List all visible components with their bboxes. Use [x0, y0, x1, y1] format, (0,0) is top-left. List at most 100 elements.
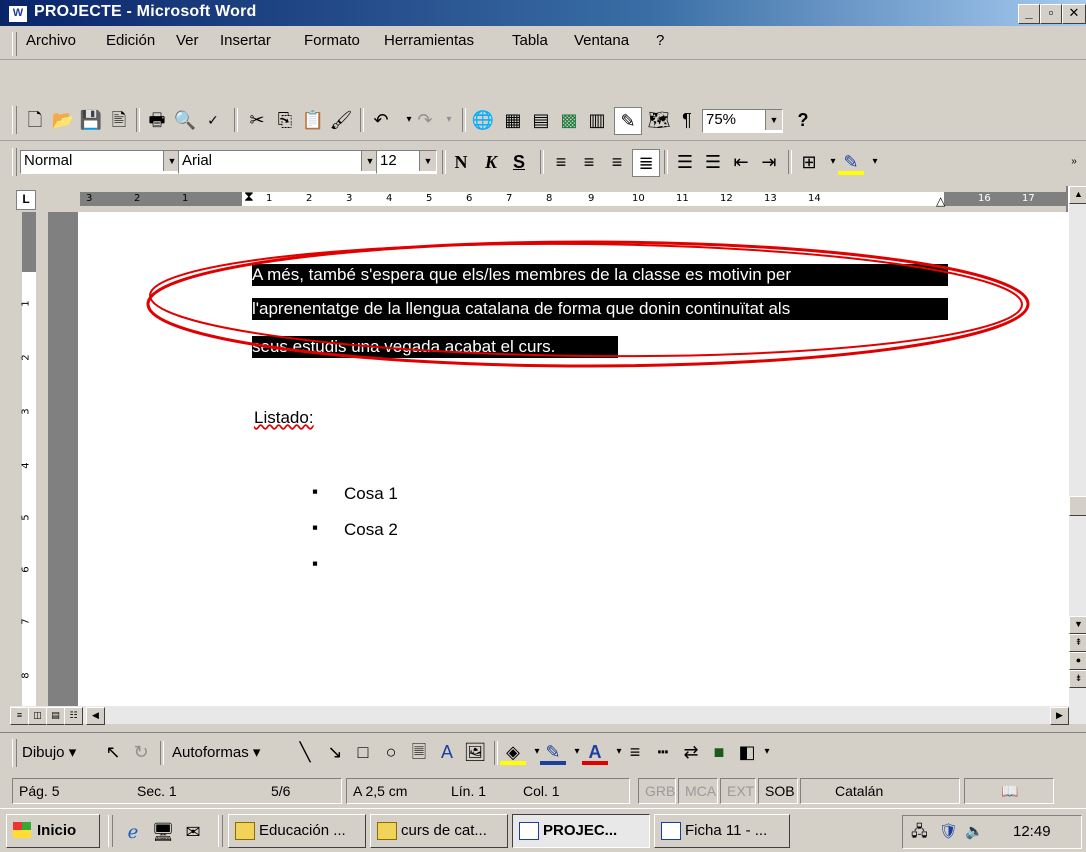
tab-selector-icon[interactable]: L [16, 190, 36, 210]
chevron-down-icon[interactable]: ▼ [765, 110, 782, 130]
permission-icon[interactable]: 🖹 [106, 107, 132, 133]
save-icon[interactable]: 💾 [78, 107, 104, 133]
insert-table-icon[interactable]: ▤ [528, 107, 554, 133]
arrow-style-icon[interactable]: ⇄ [678, 739, 704, 765]
print-icon[interactable]: 🖶 [144, 107, 170, 133]
toolbar-options-icon[interactable]: ▾ [760, 739, 774, 765]
redo-icon[interactable]: ↷ [412, 107, 438, 133]
volume-icon[interactable]: 🔈 [965, 816, 984, 848]
list-heading[interactable]: Listado: [254, 408, 314, 428]
task-curs[interactable]: curs de cat... [370, 814, 508, 848]
web-view-icon[interactable]: ◫ [28, 707, 47, 725]
previous-page-icon[interactable]: ⇞ [1069, 634, 1086, 652]
line-color-icon[interactable]: ✎ [540, 739, 566, 765]
3d-icon[interactable]: ◧ [734, 739, 760, 765]
dash-style-icon[interactable]: ┅ [650, 739, 676, 765]
print-preview-icon[interactable]: 🔍 [172, 107, 198, 133]
indent-marker-icon[interactable]: ⧗ [244, 188, 254, 205]
increase-indent-icon[interactable]: ⇥ [756, 149, 782, 175]
word-doc-icon[interactable]: W [8, 5, 28, 23]
shadow-icon[interactable]: ■ [706, 739, 732, 765]
help-icon[interactable]: ? [790, 107, 816, 133]
rectangle-icon[interactable]: □ [350, 739, 376, 765]
taskbar-grip[interactable] [218, 815, 223, 847]
status-ext[interactable]: EXT [720, 778, 756, 804]
menu-formato[interactable]: Formato [304, 32, 360, 49]
toolbar-grip[interactable] [12, 148, 17, 176]
font-size-select[interactable]: 12 ▼ [376, 150, 437, 174]
format-painter-icon[interactable]: 🖌 [328, 107, 354, 133]
menu-ver[interactable]: Ver [176, 32, 199, 49]
align-center-icon[interactable]: ≡ [576, 149, 602, 175]
highlight-dropdown-icon[interactable]: ▾ [862, 149, 888, 175]
drawing-icon[interactable]: ✎ [614, 107, 642, 135]
rotate-icon[interactable]: ↻ [128, 739, 154, 765]
line-style-icon[interactable]: ≡ [622, 739, 648, 765]
arrow-icon[interactable]: ↘ [322, 739, 348, 765]
clip-art-icon[interactable]: 🖼 [462, 739, 488, 765]
wordart-icon[interactable]: A [434, 739, 460, 765]
paste-icon[interactable]: 📋 [300, 107, 326, 133]
right-indent-icon[interactable]: △ [936, 194, 945, 208]
tables-borders-icon[interactable]: ▦ [500, 107, 526, 133]
vertical-scrollbar[interactable]: ▲ ▼ ⇞ ● ⇟ [1068, 186, 1086, 706]
task-projecte[interactable]: PROJEC... [512, 814, 650, 848]
menu-tabla[interactable]: Tabla [512, 32, 548, 49]
toolbar-grip[interactable] [12, 106, 17, 134]
redo-dropdown-icon[interactable]: ▾ [436, 107, 462, 133]
justify-icon[interactable]: ≣ [632, 149, 660, 177]
browse-object-icon[interactable]: ● [1069, 652, 1086, 670]
menu-archivo[interactable]: Archivo [26, 32, 76, 49]
status-ovr[interactable]: SOB [758, 778, 798, 804]
hyperlink-icon[interactable]: 🌐 [470, 107, 496, 133]
select-objects-icon[interactable]: ↖ [100, 739, 126, 765]
status-page-box[interactable]: Pág. 5 Sec. 1 5/6 [12, 778, 342, 804]
toolbar-options-icon[interactable]: » [1066, 149, 1082, 175]
menu-herramientas[interactable]: Herramientas [384, 32, 474, 49]
menu-edicion[interactable]: Edición [106, 32, 155, 49]
outline-view-icon[interactable]: ☷ [64, 707, 83, 725]
document-map-icon[interactable]: 🗺 [646, 107, 672, 133]
task-ficha[interactable]: Ficha 11 - ... [654, 814, 790, 848]
bold-button[interactable]: N [448, 149, 474, 175]
list-item[interactable]: Cosa 1 [344, 484, 398, 504]
vertical-ruler[interactable]: 1 2 3 4 5 6 7 8 [10, 212, 48, 706]
menu-insertar[interactable]: Insertar [220, 32, 271, 49]
normal-view-icon[interactable]: ≡ [10, 707, 29, 725]
underline-button[interactable]: S [506, 149, 532, 175]
spelling-status-icon[interactable]: 📖 [964, 778, 1054, 804]
scroll-left-icon[interactable]: ◀ [86, 707, 105, 725]
scroll-right-icon[interactable]: ▶ [1050, 707, 1069, 725]
restore-button[interactable]: ▫ [1040, 4, 1062, 24]
show-hide-icon[interactable]: ¶ [674, 107, 700, 133]
next-page-icon[interactable]: ⇟ [1069, 670, 1086, 688]
scroll-down-icon[interactable]: ▼ [1069, 616, 1086, 634]
align-right-icon[interactable]: ≡ [604, 149, 630, 175]
menu-help[interactable]: ? [656, 32, 664, 49]
undo-icon[interactable]: ↶ [368, 107, 394, 133]
close-button[interactable]: ✕ [1062, 4, 1086, 24]
autoshapes-menu[interactable]: Autoformas ▾ [172, 743, 260, 761]
horizontal-scrollbar[interactable]: ≡ ◫ ▤ ☷ ◀ ▶ [10, 706, 1086, 725]
spelling-icon[interactable]: ✓ [200, 107, 226, 133]
menu-ventana[interactable]: Ventana [574, 32, 629, 49]
scroll-up-icon[interactable]: ▲ [1069, 186, 1086, 204]
network-icon[interactable]: 🖧 [911, 816, 928, 848]
document-page[interactable]: A més, també s'espera que els/les membre… [78, 212, 1068, 706]
cut-icon[interactable]: ✂ [244, 107, 270, 133]
text-box-icon[interactable]: 🗏 [406, 739, 432, 765]
highlight-icon[interactable]: ✎ [838, 149, 864, 175]
scroll-thumb[interactable] [1069, 496, 1086, 516]
open-icon[interactable]: 📂 [50, 107, 76, 133]
fill-color-icon[interactable]: ◈ [500, 739, 526, 765]
status-language[interactable]: Catalán [800, 778, 960, 804]
selected-text-line[interactable]: seus estudis una vegada acabat el curs. [252, 336, 618, 358]
menu-grip[interactable] [12, 32, 17, 56]
status-trk[interactable]: MCA [678, 778, 718, 804]
style-select[interactable]: Normal ▼ [20, 150, 181, 174]
channels-icon[interactable]: ✉ [180, 819, 206, 845]
border-icon[interactable]: ⊞ [796, 149, 822, 175]
bullets-icon[interactable]: ☰ [700, 149, 726, 175]
list-item[interactable]: Cosa 2 [344, 520, 398, 540]
status-rec[interactable]: GRB [638, 778, 676, 804]
